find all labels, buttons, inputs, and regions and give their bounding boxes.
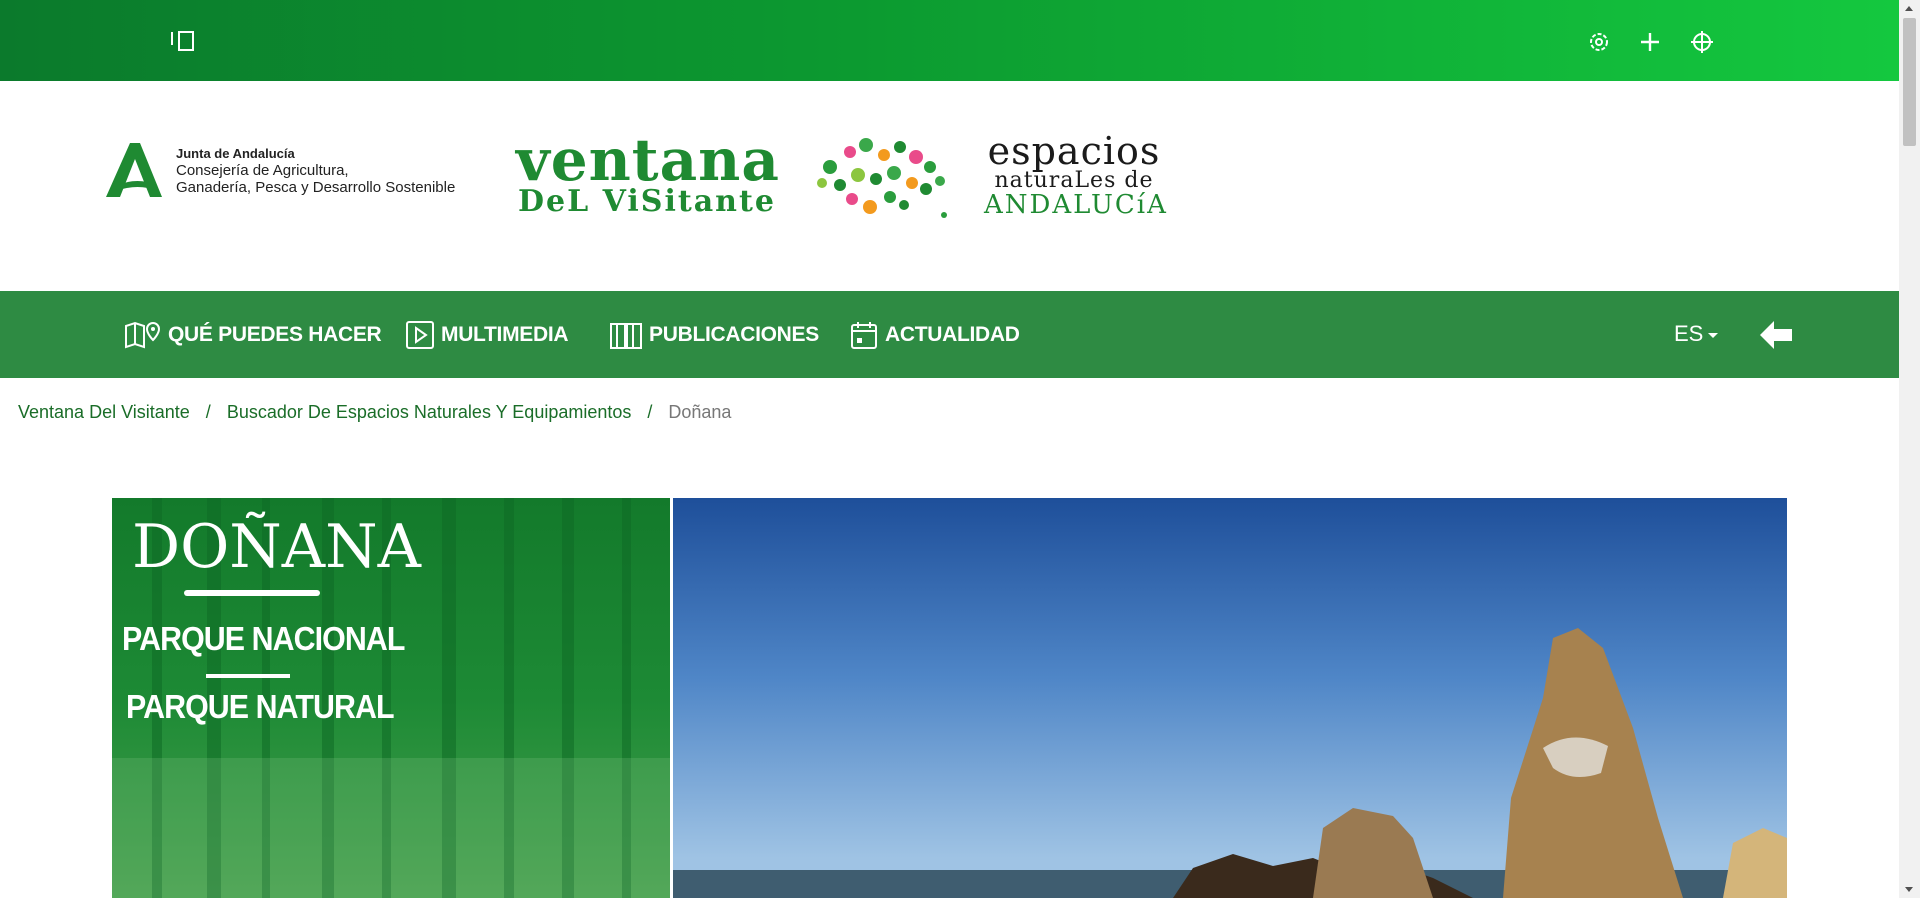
main-navigation: QUÉ PUEDES HACER MULTIMEDIA PUBLICACIONE… [0,291,1899,378]
plus-icon[interactable] [1638,30,1662,54]
play-icon [406,320,434,349]
arrow-left-icon [1760,321,1792,349]
breadcrumb-current: Doñana [668,402,732,422]
hero-title: DOÑANA [132,512,421,582]
ventana-logo-line2: DeL ViSitante [518,184,776,219]
beach-photo [673,498,1787,898]
nav-item-publicaciones[interactable]: PUBLICACIONES [609,291,819,378]
hero-subtitle-2: PARQUE NATURAL [126,688,395,725]
settings-icon[interactable] [1587,30,1611,54]
nav-label: PUBLICACIONES [649,322,819,346]
espacios-logo-line3: ANDALUCíA [984,190,1168,220]
breadcrumb-separator: / [205,402,211,422]
consejeria-line2: Ganadería, Pesca y Desarrollo Sostenible [176,179,456,196]
breadcrumb-link-buscador[interactable]: Buscador De Espacios Naturales Y Equipam… [227,402,632,422]
subtitle-divider [206,674,290,678]
page-scrollbar[interactable] [1899,0,1920,898]
ventana-del-visitante-logo[interactable]: ventana DeL ViSitante [516,129,786,229]
hero-banner: DOÑANA PARQUE NACIONAL PARQUE NATURAL [112,498,1787,898]
map-pin-icon [125,321,161,348]
nav-item-multimedia[interactable]: MULTIMEDIA [405,291,569,378]
scroll-up-icon[interactable] [1905,6,1913,11]
nav-item-actualidad[interactable]: ACTUALIDAD [849,291,1020,378]
hero-subtitle-1: PARQUE NACIONAL [122,620,405,657]
nav-label: MULTIMEDIA [441,322,569,346]
hero-title-panel: DOÑANA PARQUE NACIONAL PARQUE NATURAL [112,498,670,898]
chevron-down-icon [1708,332,1719,338]
book-icon [610,322,642,349]
junta-a-icon [106,143,162,197]
nav-label: QUÉ PUEDES HACER [168,322,382,346]
scroll-down-icon[interactable] [1905,887,1913,892]
site-header: Junta de Andalucía Consejería de Agricul… [0,81,1899,291]
breadcrumb-separator: / [647,402,653,422]
sidebar-toggle-icon[interactable] [170,29,198,55]
back-button[interactable] [1756,315,1796,355]
nature-mosaic-logo-icon [800,127,960,227]
breadcrumb: Ventana Del Visitante / Buscador De Espaci… [18,402,731,423]
language-selector[interactable]: ES [1674,321,1719,347]
scrollbar-thumb[interactable] [1903,18,1916,146]
junta-andalucia-logo[interactable]: Junta de Andalucía Consejería de Agricul… [104,141,484,201]
espacios-naturales-logo[interactable]: espacios naturaLes de ANDALUCíA [984,129,1168,233]
nav-item-que-puedes-hacer[interactable]: QUÉ PUEDES HACER [124,291,382,378]
title-divider [184,590,320,596]
crosshair-icon[interactable] [1690,30,1714,54]
nav-label: ACTUALIDAD [885,322,1020,346]
calendar-icon [851,321,877,349]
ventana-logo-line1: ventana [516,126,780,194]
top-toolbar [0,0,1899,81]
junta-title: Junta de Andalucía [176,146,295,161]
espacios-logo-line1: espacios [987,129,1161,173]
consejeria-line1: Consejería de Agricultura, [176,162,349,179]
breadcrumb-link-ventana[interactable]: Ventana Del Visitante [18,402,190,422]
language-label: ES [1674,321,1704,346]
